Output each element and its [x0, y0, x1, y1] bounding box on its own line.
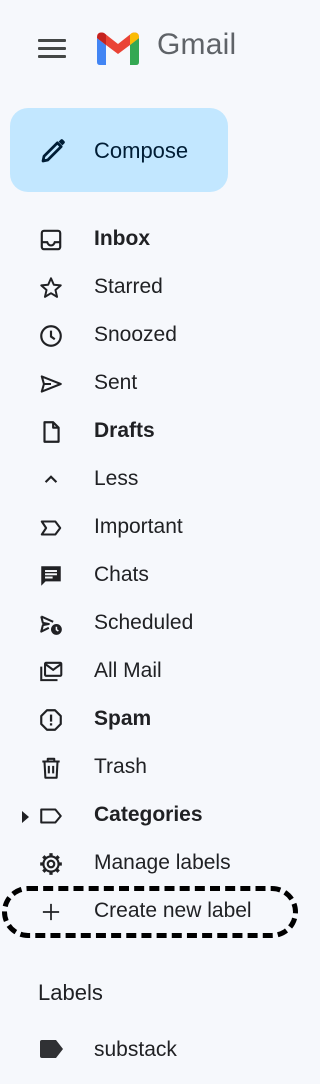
- sidebar-item-label: Trash: [94, 755, 147, 778]
- sidebar-item-label: Important: [94, 515, 183, 538]
- draft-icon: [38, 419, 64, 445]
- sidebar-item-label: Categories: [94, 803, 203, 826]
- star-icon: [38, 275, 64, 301]
- sidebar-item-label: Sent: [94, 371, 138, 394]
- compose-button[interactable]: Compose: [10, 108, 228, 192]
- label-filled-icon: [38, 1038, 66, 1060]
- inbox-icon: [38, 227, 64, 253]
- spam-icon: [38, 707, 64, 733]
- sidebar-item-label: Snoozed: [94, 323, 177, 346]
- sidebar-item-label: Drafts: [94, 419, 155, 442]
- scheduled-send-icon: [38, 611, 64, 637]
- sidebar-item-label: Inbox: [94, 227, 150, 250]
- sidebar-item-drafts[interactable]: Drafts: [0, 408, 308, 456]
- trash-icon: [38, 755, 64, 781]
- sidebar-item-all-mail[interactable]: All Mail: [0, 648, 308, 696]
- sidebar-item-trash[interactable]: Trash: [0, 744, 308, 792]
- clock-icon: [38, 323, 64, 349]
- gmail-logo-icon[interactable]: [94, 30, 142, 66]
- important-icon: [38, 515, 64, 541]
- sidebar-item-snoozed[interactable]: Snoozed: [0, 312, 308, 360]
- highlight-outline: [2, 886, 298, 938]
- sidebar-item-label: Starred: [94, 275, 163, 298]
- sidebar-item-starred[interactable]: Starred: [0, 264, 308, 312]
- pencil-icon: [38, 136, 68, 166]
- sidebar-item-chats[interactable]: Chats: [0, 552, 308, 600]
- gear-icon: [38, 851, 64, 877]
- header: Gmail: [0, 0, 308, 96]
- all-mail-icon: [38, 659, 64, 685]
- sidebar-item-manage-labels[interactable]: Manage labels: [0, 840, 308, 888]
- sidebar-item-less[interactable]: Less: [0, 456, 308, 504]
- sidebar-item-sent[interactable]: Sent: [0, 360, 308, 408]
- sidebar-item-scheduled[interactable]: Scheduled: [0, 600, 308, 648]
- sidebar-item-label: Less: [94, 467, 139, 490]
- expand-arrow-icon[interactable]: [22, 811, 29, 823]
- labels-section-title: Labels: [38, 980, 103, 1005]
- sidebar-item-inbox[interactable]: Inbox: [0, 216, 308, 264]
- sidebar-item-important[interactable]: Important: [0, 504, 308, 552]
- sidebar-item-label: Spam: [94, 707, 152, 730]
- sidebar-nav: Inbox Starred Snoozed Sent Drafts Less I…: [0, 216, 308, 936]
- app-name[interactable]: Gmail: [157, 28, 236, 62]
- hamburger-menu-icon[interactable]: [36, 36, 68, 62]
- label-item-name: substack: [94, 1038, 177, 1061]
- sidebar-item-label: All Mail: [94, 659, 162, 682]
- sidebar-item-label: Manage labels: [94, 851, 231, 874]
- chat-icon: [38, 563, 64, 589]
- compose-label: Compose: [94, 138, 189, 163]
- sidebar-item-label: Chats: [94, 563, 149, 586]
- send-icon: [38, 371, 64, 397]
- chevron-up-icon: [38, 467, 64, 493]
- sidebar-item-label: Scheduled: [94, 611, 194, 634]
- sidebar-item-categories[interactable]: Categories: [0, 792, 308, 840]
- label-icon: [38, 803, 64, 829]
- sidebar-item-spam[interactable]: Spam: [0, 696, 308, 744]
- label-item-substack[interactable]: substack: [0, 1026, 308, 1072]
